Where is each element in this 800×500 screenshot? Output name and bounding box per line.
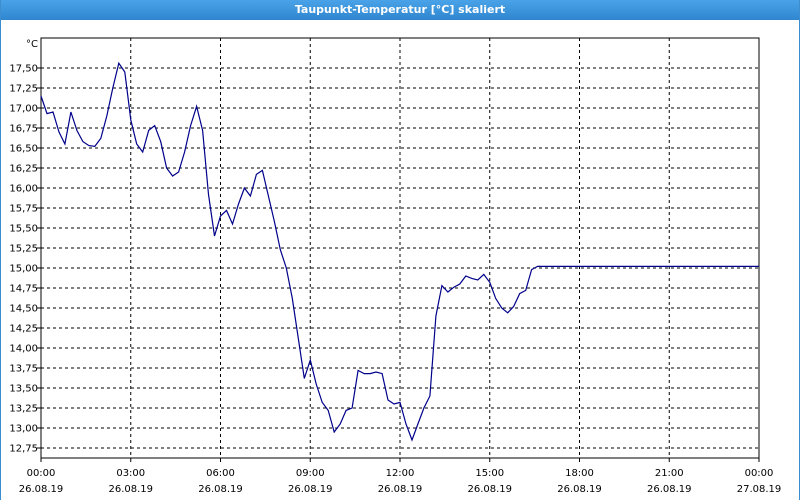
x-tick-date: 26.08.19 (557, 484, 602, 495)
x-tick-time: 18:00 (565, 468, 594, 479)
x-tick-time: 03:00 (116, 468, 145, 479)
x-tick-date: 26.08.19 (647, 484, 692, 495)
y-tick-label: 14,25 (9, 324, 38, 335)
x-tick-time: 06:00 (206, 468, 235, 479)
y-tick-label: 13,75 (9, 364, 38, 375)
x-tick-date: 26.08.19 (108, 484, 153, 495)
y-tick-label: 17,00 (9, 104, 38, 115)
y-tick-label: 15,50 (9, 224, 38, 235)
y-tick-label: 13,25 (9, 404, 38, 415)
y-tick-label: 16,75 (9, 124, 38, 135)
y-tick-label: 13,50 (9, 384, 38, 395)
y-tick-label: 16,00 (9, 184, 38, 195)
x-tick-time: 09:00 (296, 468, 325, 479)
y-tick-label: 12,75 (9, 444, 38, 455)
y-tick-label: 13,00 (9, 424, 38, 435)
x-tick-date: 26.08.19 (467, 484, 512, 495)
series-line (40, 61, 759, 442)
x-tick-time: 15:00 (475, 468, 504, 479)
chart-window: Taupunkt-Temperatur [°C] skaliert 12,75 1… (0, 0, 800, 500)
y-tick-label: 15,75 (9, 204, 38, 215)
y-tick-label: 14,75 (9, 284, 38, 295)
y-unit-label: °C (26, 39, 38, 50)
x-tick-date: 26.08.19 (19, 484, 64, 495)
y-tick-label: 17,50 (9, 64, 38, 75)
y-tick-label: 17,25 (9, 84, 38, 95)
y-tick-label: 16,25 (9, 164, 38, 175)
x-tick-time: 00:00 (745, 468, 774, 479)
y-tick-label: 15,25 (9, 244, 38, 255)
x-tick-time: 21:00 (655, 468, 684, 479)
x-tick-date: 26.08.19 (288, 484, 333, 495)
x-tick-date: 26.08.19 (198, 484, 243, 495)
y-tick-label: 14,00 (9, 344, 38, 355)
line-chart: 12,75 13,00 13,25 13,50 13,75 14,00 14,25 14,50… (9, 37, 782, 495)
x-tick-time: 00:00 (27, 468, 56, 479)
x-tick-date: 27.08.19 (737, 484, 782, 495)
x-tick-date: 26.08.19 (378, 484, 423, 495)
y-tick-label: 14,50 (9, 304, 38, 315)
y-tick-label: 15,00 (9, 264, 38, 275)
y-tick-label: 16,50 (9, 144, 38, 155)
x-tick-time: 12:00 (386, 468, 415, 479)
